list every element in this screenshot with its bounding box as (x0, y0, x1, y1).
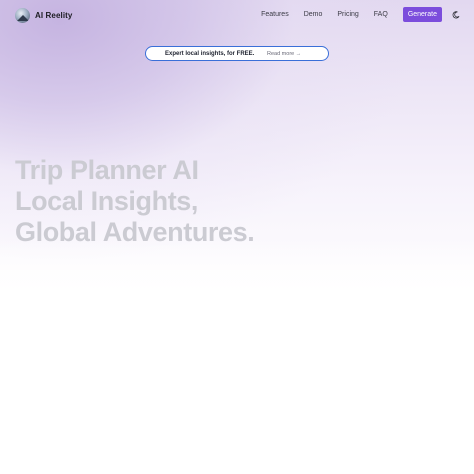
brand-name: AI Reelity (35, 11, 73, 20)
headline-line-2: Local Insights, (15, 186, 199, 216)
headline-line-3: Global Adventures. (15, 217, 255, 247)
generate-button[interactable]: Generate (402, 7, 442, 22)
hero-background (0, 0, 474, 300)
announcement-text: Expert local insights, for FREE. (165, 50, 255, 57)
globe-logo-icon (15, 8, 30, 23)
brand[interactable]: AI Reelity (15, 8, 72, 23)
nav-link-demo[interactable]: Demo (304, 7, 323, 22)
headline-line-1: Trip Planner AI (15, 155, 199, 185)
moon-icon[interactable] (451, 10, 460, 19)
read-more-link[interactable]: Read more → (267, 51, 301, 57)
announcement-pill[interactable]: Expert local insights, for FREE. Read mo… (145, 46, 329, 61)
nav-links: Features Demo Pricing FAQ Generate (261, 7, 460, 22)
nav-link-features[interactable]: Features (261, 7, 289, 22)
top-navbar: AI Reelity Features Demo Pricing FAQ Gen… (0, 0, 474, 30)
nav-link-faq[interactable]: FAQ (374, 7, 388, 22)
hero-headline: Trip Planner AI Local Insights, Global A… (15, 155, 255, 248)
nav-link-pricing[interactable]: Pricing (337, 7, 358, 22)
landing-page: AI Reelity Features Demo Pricing FAQ Gen… (0, 0, 474, 474)
